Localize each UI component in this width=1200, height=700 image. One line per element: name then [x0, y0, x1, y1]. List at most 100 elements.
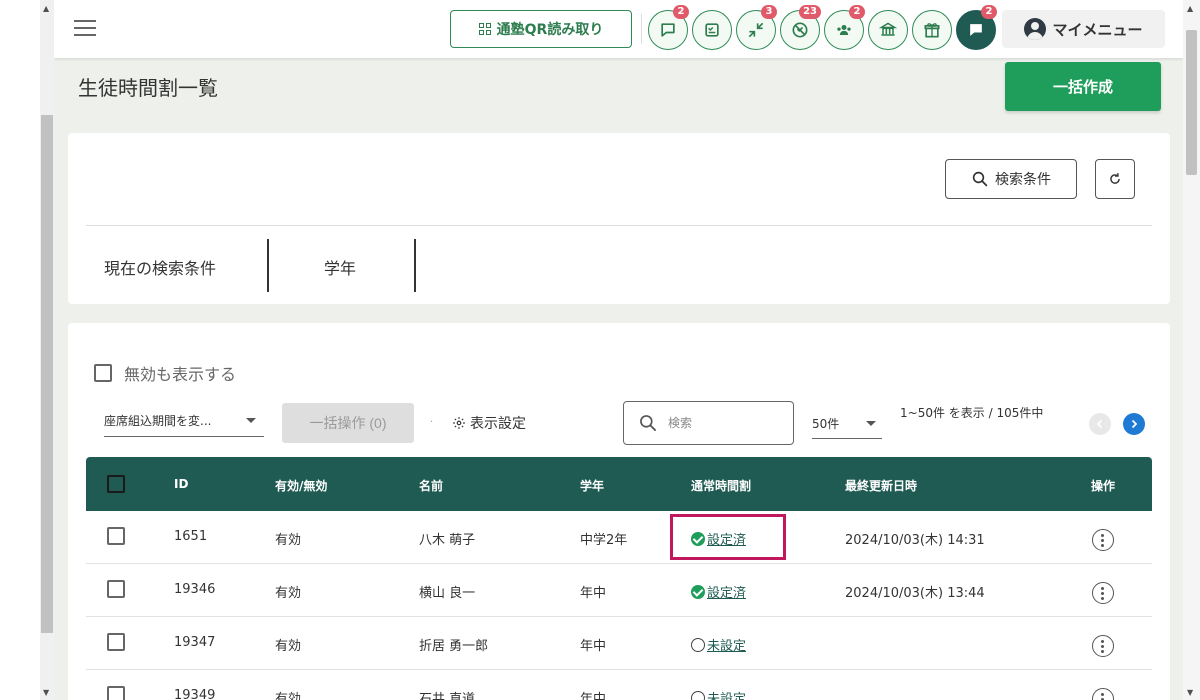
previous-page-button[interactable] — [1089, 413, 1111, 435]
group-icon — [837, 25, 851, 35]
show-invalid-checkbox[interactable] — [94, 364, 112, 382]
page-title: 生徒時間割一覧 — [78, 76, 218, 100]
bulk-operation-button[interactable]: 一括操作 (0) — [282, 403, 414, 443]
row-name: 八木 萌子 — [419, 533, 476, 548]
app-content: 通塾QR読み取り 2 3 23 2 2 マイメニュー 生徒時間割一覧 一括作成 … — [54, 0, 1183, 700]
search-condition-panel: 検索条件 現在の検索条件 学年 — [68, 133, 1170, 304]
schedule-link[interactable]: 未設定 — [707, 688, 746, 700]
qr-scan-button[interactable]: 通塾QR読み取り — [450, 10, 632, 48]
more-options-icon[interactable] — [1092, 688, 1114, 700]
column-header-updated[interactable]: 最終更新日時 — [845, 477, 917, 494]
show-invalid-toggle[interactable]: 無効も表示する — [94, 361, 236, 385]
search-icon — [972, 171, 988, 187]
header-chat-button[interactable]: 2 — [956, 5, 997, 50]
schedule-link[interactable]: 未設定 — [707, 635, 746, 654]
next-page-button[interactable] — [1123, 413, 1145, 435]
condition-separator — [414, 239, 416, 292]
row-grade: 年中 — [580, 586, 607, 601]
grade-condition-chip: 学年 — [324, 259, 357, 278]
row-schedule[interactable]: 未設定 — [691, 688, 746, 700]
header-gift-button[interactable] — [912, 10, 952, 50]
more-options-icon[interactable] — [1092, 635, 1114, 657]
top-header: 通塾QR読み取り 2 3 23 2 2 マイメニュー — [54, 0, 1183, 58]
table-header: ID 有効/無効 名前 学年 通常時間割 最終更新日時 操作 — [86, 457, 1152, 511]
header-message-button[interactable]: 2 — [648, 5, 689, 50]
row-id: 19346 — [174, 582, 216, 597]
left-scrollbar[interactable]: ▲ ▼ — [40, 0, 54, 700]
browser-left-margin — [0, 0, 40, 700]
message-icon — [661, 23, 675, 37]
no-entry-badge: 23 — [799, 5, 821, 19]
row-checkbox[interactable] — [107, 527, 125, 545]
row-valid: 有効 — [275, 586, 302, 601]
check-circle-icon — [691, 531, 705, 546]
message-badge: 2 — [673, 5, 689, 19]
arrows-badge: 3 — [761, 5, 777, 19]
column-header-name[interactable]: 名前 — [419, 477, 443, 494]
dropdown-caret-icon — [246, 418, 256, 423]
dropdown-caret-icon — [866, 421, 876, 426]
search-icon — [640, 415, 656, 431]
row-checkbox[interactable] — [107, 580, 125, 598]
display-setting-button[interactable]: 表示設定 — [452, 413, 526, 433]
header-divider — [641, 14, 642, 44]
row-schedule[interactable]: 設定済 — [691, 529, 746, 548]
row-schedule[interactable]: 未設定 — [691, 635, 746, 654]
right-scrollbar-thumb[interactable] — [1186, 30, 1197, 175]
list-search-input[interactable] — [668, 416, 778, 430]
search-condition-button[interactable]: 検索条件 — [945, 159, 1077, 199]
show-invalid-label: 無効も表示する — [124, 365, 237, 384]
select-all-checkbox[interactable] — [107, 475, 125, 493]
student-timetable-table: ID 有効/無効 名前 学年 通常時間割 最終更新日時 操作 1651 有効 八… — [86, 457, 1152, 700]
seat-period-select[interactable]: 座席組込期間を変... — [104, 405, 264, 437]
chevron-left-icon — [1096, 419, 1103, 429]
header-checklist-button[interactable] — [692, 10, 732, 50]
more-options-icon[interactable] — [1092, 582, 1114, 604]
per-page-select[interactable]: 50件 — [812, 409, 882, 439]
row-name: 石井 直道 — [419, 692, 476, 700]
schedule-link[interactable]: 設定済 — [707, 529, 746, 548]
row-grade: 年中 — [580, 639, 607, 654]
column-header-valid[interactable]: 有効/無効 — [275, 477, 327, 494]
right-scrollbar[interactable]: ▲ ▼ — [1183, 0, 1200, 700]
row-id: 19349 — [174, 688, 216, 700]
row-checkbox[interactable] — [107, 633, 125, 651]
arrows-in-icon — [748, 22, 764, 38]
row-updated: 2024/10/03(木) 13:44 — [845, 586, 985, 601]
group-badge: 2 — [849, 5, 865, 19]
hamburger-menu-icon[interactable] — [74, 20, 96, 36]
bank-icon — [878, 22, 898, 36]
header-arrows-button[interactable]: 3 — [736, 5, 777, 50]
header-group-button[interactable]: 2 — [824, 5, 865, 50]
row-name: 横山 良一 — [419, 586, 476, 601]
account-icon — [1024, 18, 1047, 40]
row-schedule[interactable]: 設定済 — [691, 582, 746, 601]
table-row: 19347 有効 折居 勇一郎 年中 未設定 — [86, 617, 1152, 670]
seat-period-select-value: 座席組込期間を変... — [104, 414, 212, 428]
scroll-down-arrow-icon[interactable]: ▼ — [43, 688, 49, 697]
scroll-up-arrow-icon[interactable]: ▲ — [43, 4, 49, 13]
reset-button[interactable] — [1095, 159, 1135, 199]
header-no-entry-button[interactable]: 23 — [780, 5, 821, 50]
left-scrollbar-thumb[interactable] — [41, 115, 53, 633]
student-list-panel: 無効も表示する 座席組込期間を変... 一括操作 (0) · 表示設定 50件 … — [68, 323, 1170, 700]
row-checkbox[interactable] — [107, 686, 125, 700]
empty-circle-icon — [691, 690, 705, 700]
column-header-id[interactable]: ID — [174, 477, 188, 491]
row-id: 19347 — [174, 635, 216, 650]
list-search-box[interactable] — [623, 401, 794, 445]
header-bank-button[interactable] — [868, 10, 908, 50]
my-menu-label: マイメニュー — [1052, 20, 1143, 39]
bulk-create-button[interactable]: 一括作成 — [1005, 62, 1161, 111]
schedule-link[interactable]: 設定済 — [707, 582, 746, 601]
qr-code-icon — [478, 23, 491, 35]
my-menu-button[interactable]: マイメニュー — [1002, 10, 1165, 48]
column-header-grade[interactable]: 学年 — [580, 477, 604, 494]
more-options-icon[interactable] — [1092, 529, 1114, 551]
scroll-up-arrow-icon[interactable]: ▲ — [1187, 4, 1193, 13]
column-header-operation: 操作 — [1091, 479, 1116, 493]
display-setting-label: 表示設定 — [470, 416, 526, 432]
column-header-schedule[interactable]: 通常時間割 — [691, 477, 751, 494]
scroll-down-arrow-icon[interactable]: ▼ — [1187, 688, 1193, 697]
toolbar-separator: · — [430, 417, 434, 428]
